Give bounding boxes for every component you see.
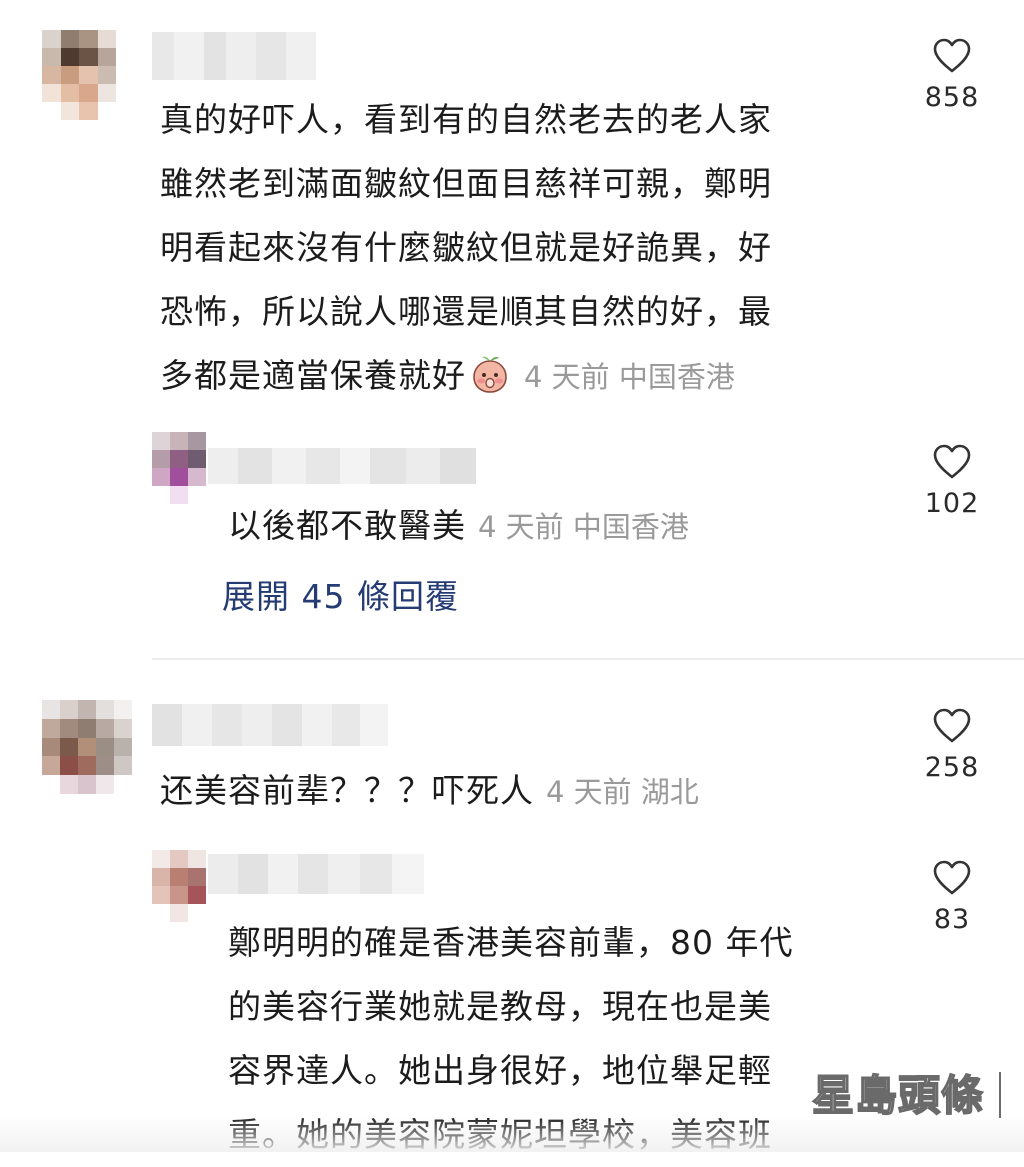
username-blurred[interactable] — [208, 448, 476, 484]
like-button[interactable]: 858 — [917, 38, 987, 113]
reply-avatar[interactable] — [152, 850, 206, 922]
reply-line: 以後都不敢醫美 — [228, 506, 466, 545]
like-count: 858 — [924, 82, 980, 113]
reply-avatar[interactable] — [152, 432, 206, 504]
reply-text: 以後都不敢醫美 4 天前 中国香港 — [228, 494, 868, 559]
like-button[interactable]: 258 — [917, 708, 987, 783]
like-count: 258 — [924, 752, 980, 783]
shy-peach-emoji-icon — [470, 352, 510, 393]
comment-text: 真的好吓人，看到有的自然老去的老人家 雖然老到滿面皺紋但面目慈祥可親，鄭明 明看… — [160, 88, 880, 409]
heart-icon — [933, 860, 971, 895]
comment-text: 还美容前辈？？？吓死人 4 天前 湖北 — [160, 759, 880, 824]
like-button[interactable]: 102 — [917, 444, 987, 519]
reply-meta: 4 天前 中国香港 — [478, 510, 689, 544]
divider — [152, 658, 1024, 660]
like-button[interactable]: 83 — [917, 860, 987, 935]
comment-line: 多都是適當保養就好 — [160, 356, 466, 395]
avatar[interactable] — [42, 30, 116, 120]
username-blurred[interactable] — [152, 704, 388, 746]
watermark-logo: 星島頭條 — [808, 1060, 1008, 1130]
username-blurred[interactable] — [208, 854, 424, 894]
comment-line: 真的好吓人，看到有的自然老去的老人家 — [160, 100, 772, 139]
username-blurred[interactable] — [152, 32, 316, 80]
comment-line: 恐怖，所以說人哪還是順其自然的好，最 — [160, 292, 772, 331]
reply-line: 的美容行業她就是教母，現在也是美 — [228, 987, 772, 1026]
heart-icon — [933, 444, 971, 479]
avatar[interactable] — [42, 700, 132, 794]
expand-replies-link[interactable]: 展開 45 條回覆 — [222, 570, 459, 618]
reply-line: 容界達人。她出身很好，地位舉足輕 — [228, 1051, 772, 1090]
reply-line: 鄭明明的確是香港美容前輩，80 年代 — [228, 923, 794, 962]
comment-meta: 4 天前 中国香港 — [524, 360, 735, 394]
comment-meta: 4 天前 湖北 — [546, 775, 699, 809]
comment-line: 还美容前辈？？？吓死人 — [160, 771, 534, 810]
svg-text:星島頭條: 星島頭條 — [812, 1071, 984, 1120]
heart-icon — [933, 708, 971, 743]
heart-icon — [933, 38, 971, 73]
comment-line: 雖然老到滿面皺紋但面目慈祥可親，鄭明 — [160, 164, 772, 203]
like-count: 102 — [924, 488, 980, 519]
comment-line: 明看起來沒有什麼皺紋但就是好詭異，好 — [160, 228, 772, 267]
like-count: 83 — [933, 904, 971, 935]
